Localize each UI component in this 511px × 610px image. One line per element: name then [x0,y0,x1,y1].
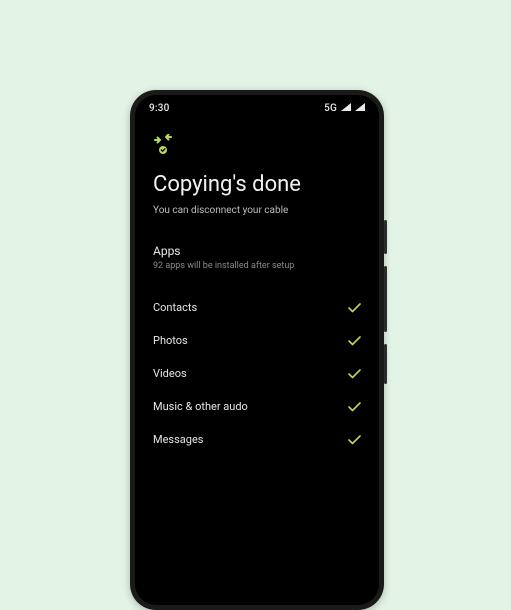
check-icon [348,435,361,445]
apps-section-label: Apps [153,244,361,258]
status-bar: 9:30 5G [135,95,379,114]
list-item: Photos [153,324,361,357]
status-time: 9:30 [149,103,170,114]
check-icon [348,336,361,346]
check-icon [348,303,361,313]
side-button [384,220,387,254]
list-item-label: Music & other audo [153,400,248,413]
list-item: Messages [153,423,361,456]
apps-section-desc: 92 apps will be installed after setup [153,261,361,271]
list-item-label: Contacts [153,301,197,314]
page-subtitle: You can disconnect your cable [153,205,361,216]
signal-icon [355,103,365,114]
list-item-label: Videos [153,367,187,380]
phone-screen: 9:30 5G [135,95,379,605]
check-icon [348,369,361,379]
check-icon [348,402,361,412]
list-item-label: Photos [153,334,188,347]
list-item: Contacts [153,291,361,324]
transfer-done-icon [153,134,361,160]
list-item: Music & other audo [153,390,361,423]
page-title: Copying's done [153,172,361,197]
status-network: 5G [324,103,337,114]
volume-button [384,266,387,332]
power-button [384,344,387,384]
list-item: Videos [153,357,361,390]
signal-icon [341,103,351,114]
list-item-label: Messages [153,433,203,446]
phone-frame: 9:30 5G [130,90,384,610]
